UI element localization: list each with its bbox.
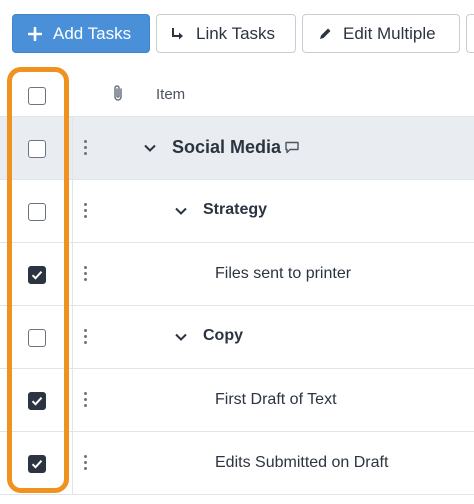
row-menu-icon[interactable] bbox=[84, 203, 88, 219]
check-icon bbox=[31, 271, 43, 280]
plus-icon bbox=[27, 26, 43, 42]
comment-icon[interactable] bbox=[284, 139, 300, 160]
edit-multiple-label: Edit Multiple bbox=[343, 23, 436, 43]
column-divider bbox=[72, 180, 73, 242]
table-row: Copy bbox=[0, 306, 474, 369]
row-menu-icon[interactable] bbox=[84, 266, 88, 282]
table-row: Social Media bbox=[0, 117, 474, 180]
chevron-down-icon[interactable] bbox=[174, 204, 188, 218]
row-checkbox[interactable] bbox=[28, 329, 46, 347]
chevron-down-icon[interactable] bbox=[174, 330, 188, 344]
table-header: Item bbox=[0, 62, 474, 117]
row-checkbox-checked[interactable] bbox=[28, 455, 46, 473]
chevron-down-icon[interactable] bbox=[143, 141, 157, 155]
row-checkbox[interactable] bbox=[28, 140, 46, 158]
table-row: Strategy bbox=[0, 180, 474, 243]
row-checkbox-checked[interactable] bbox=[28, 266, 46, 284]
row-select-cell bbox=[0, 243, 72, 305]
column-divider bbox=[72, 117, 73, 179]
link-arrow-icon bbox=[170, 26, 186, 42]
select-all-cell bbox=[0, 62, 72, 116]
row-select-cell bbox=[0, 117, 72, 179]
row-menu-icon[interactable] bbox=[84, 455, 88, 471]
pencil-icon bbox=[317, 26, 333, 42]
check-icon bbox=[31, 460, 43, 469]
link-tasks-label: Link Tasks bbox=[196, 23, 276, 43]
row-checkbox[interactable] bbox=[28, 203, 46, 221]
row-select-cell bbox=[0, 180, 72, 242]
row-label[interactable]: Social Media bbox=[172, 137, 281, 158]
link-tasks-button[interactable]: Link Tasks bbox=[156, 14, 296, 53]
row-label[interactable]: First Draft of Text bbox=[215, 391, 337, 409]
row-select-cell bbox=[0, 369, 72, 431]
row-label[interactable]: Copy bbox=[203, 327, 243, 345]
table-row: Edits Submitted on Draft bbox=[0, 432, 474, 495]
add-tasks-button[interactable]: Add Tasks bbox=[12, 14, 150, 53]
column-divider bbox=[72, 243, 73, 305]
row-menu-icon[interactable] bbox=[84, 392, 88, 408]
row-menu-icon[interactable] bbox=[84, 329, 88, 345]
check-icon bbox=[31, 397, 43, 406]
select-all-checkbox[interactable] bbox=[28, 87, 46, 105]
row-label[interactable]: Edits Submitted on Draft bbox=[215, 454, 388, 472]
row-select-cell bbox=[0, 306, 72, 368]
row-checkbox-checked[interactable] bbox=[28, 392, 46, 410]
row-label[interactable]: Files sent to printer bbox=[215, 265, 351, 283]
toolbar: Add Tasks Link Tasks Edit Multiple bbox=[0, 0, 474, 62]
edit-multiple-button[interactable]: Edit Multiple bbox=[302, 14, 460, 53]
column-divider bbox=[72, 432, 73, 494]
more-button[interactable] bbox=[466, 14, 474, 53]
paperclip-icon bbox=[112, 84, 126, 102]
table-row: Files sent to printer bbox=[0, 243, 474, 306]
table-row: First Draft of Text bbox=[0, 369, 474, 432]
column-divider bbox=[72, 369, 73, 431]
column-header-item: Item bbox=[156, 86, 186, 103]
row-menu-icon[interactable] bbox=[84, 140, 88, 156]
column-divider bbox=[72, 306, 73, 368]
add-tasks-label: Add Tasks bbox=[53, 23, 132, 43]
row-select-cell bbox=[0, 432, 72, 494]
row-label[interactable]: Strategy bbox=[203, 201, 267, 219]
